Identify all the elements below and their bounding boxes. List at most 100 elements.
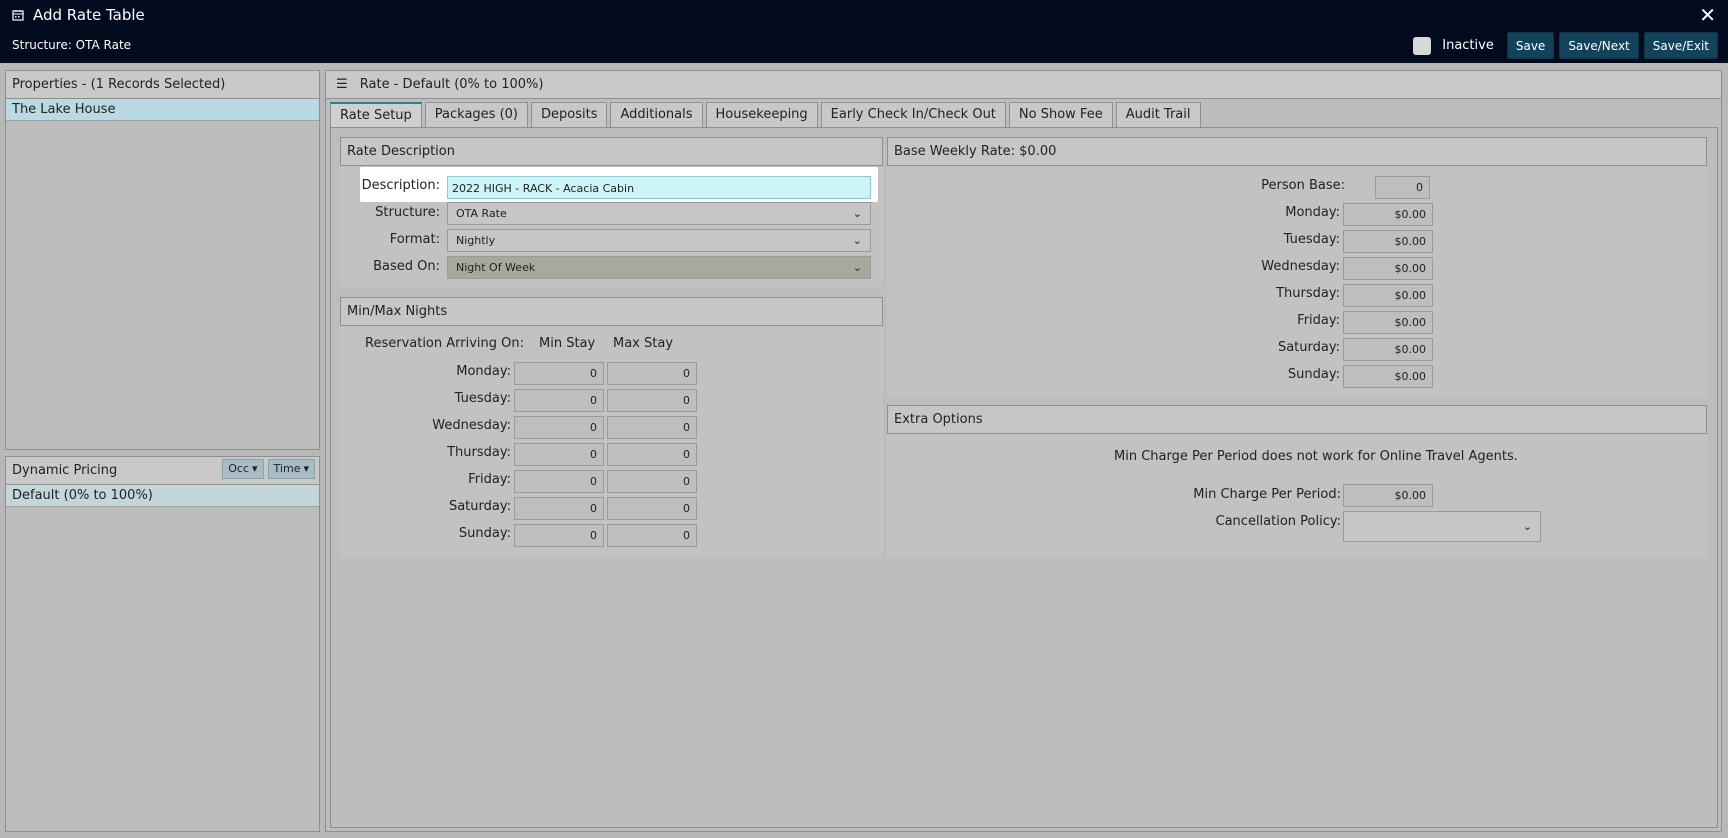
max-stay-input[interactable]: 0 [607, 416, 697, 439]
extra-options-header: Extra Options [887, 405, 1707, 434]
top-bar: Add Rate Table Structure: OTA Rate ✕ Ina… [0, 0, 1728, 63]
weekly-rate-input[interactable]: $0.00 [1343, 230, 1433, 253]
weekly-day-label: Friday: [1297, 313, 1340, 328]
chevron-down-icon: ⌄ [1522, 520, 1532, 533]
weekly-day-label: Sunday: [1287, 367, 1340, 382]
save-exit-button[interactable]: Save/Exit [1643, 32, 1718, 59]
window-title: Add Rate Table [12, 6, 145, 24]
weekly-day-label: Tuesday: [1283, 232, 1340, 247]
window-subtitle: Structure: OTA Rate [12, 38, 132, 52]
calendar-icon [12, 10, 24, 21]
max-stay-input[interactable]: 0 [607, 470, 697, 493]
minmax-day-label: Friday: [468, 472, 511, 487]
min-stay-input[interactable]: 0 [514, 470, 604, 493]
occ-dropdown[interactable]: Occ ▾ [222, 459, 264, 479]
minmax-day-label: Sunday: [458, 526, 511, 541]
description-label: Description: [361, 178, 440, 193]
max-stay-input[interactable]: 0 [607, 524, 697, 547]
weekly-day-label: Wednesday: [1261, 259, 1340, 274]
tab-audit-trail[interactable]: Audit Trail [1115, 102, 1201, 127]
format-value: Nightly [456, 234, 496, 247]
window-title-text: Add Rate Table [33, 6, 145, 24]
occ-label: Occ [228, 462, 250, 475]
weekly-day-label: Thursday: [1276, 286, 1340, 301]
based-on-value: Night Of Week [456, 261, 536, 274]
min-charge-label: Min Charge Per Period: [1193, 487, 1341, 502]
tab-deposits[interactable]: Deposits [531, 102, 608, 127]
extra-options-note: Min Charge Per Period does not work for … [1114, 449, 1518, 464]
dynamic-pricing-buttons: Occ ▾ Time ▾ [222, 459, 315, 479]
tab-additionals[interactable]: Additionals [610, 102, 703, 127]
cancellation-label: Cancellation Policy: [1215, 514, 1341, 529]
tab-no-show-fee[interactable]: No Show Fee [1008, 102, 1113, 127]
weekly-rate-input[interactable]: $0.00 [1343, 284, 1433, 307]
close-icon[interactable]: ✕ [1699, 3, 1716, 27]
structure-label: Structure: [375, 205, 440, 220]
min-stay-input[interactable]: 0 [514, 443, 604, 466]
minmax-header: Min/Max Nights [340, 297, 883, 326]
min-stay-label: Min Stay [539, 336, 596, 351]
menu-icon[interactable]: ☰ [336, 77, 348, 92]
weekly-rate-input[interactable]: $0.00 [1343, 257, 1433, 280]
toolbar-actions: Inactive Save Save/Next Save/Exit [1413, 32, 1718, 59]
chevron-down-icon: ⌄ [852, 234, 862, 247]
person-base-input[interactable]: 0 [1375, 176, 1430, 199]
structure-value: OTA Rate [456, 207, 507, 220]
extra-options-section: Extra Options [887, 405, 1707, 557]
base-weekly-header: Base Weekly Rate: $0.00 [887, 137, 1707, 166]
main-header-title: Rate - Default (0% to 100%) [359, 77, 544, 92]
inactive-checkbox[interactable] [1413, 36, 1432, 55]
main-header: ☰ Rate - Default (0% to 100%) [326, 71, 1721, 99]
format-label: Format: [389, 232, 440, 247]
min-stay-input[interactable]: 0 [514, 389, 604, 412]
max-stay-input[interactable]: 0 [607, 362, 697, 385]
min-stay-input[interactable]: 0 [514, 497, 604, 520]
inactive-label: Inactive [1442, 38, 1494, 53]
format-select[interactable]: Nightly ⌄ [447, 229, 871, 252]
structure-select[interactable]: OTA Rate ⌄ [447, 202, 871, 225]
cancellation-select[interactable]: ⌄ [1343, 511, 1541, 542]
weekly-rate-input[interactable]: $0.00 [1343, 338, 1433, 361]
chevron-down-icon: ⌄ [852, 261, 862, 274]
max-stay-label: Max Stay [613, 336, 674, 351]
tab-early-check-in[interactable]: Early Check In/Check Out [820, 102, 1006, 127]
chevron-down-icon: ▾ [303, 462, 309, 475]
weekly-rate-input[interactable]: $0.00 [1343, 365, 1433, 388]
weekly-rate-input[interactable]: $0.00 [1343, 311, 1433, 334]
dynamic-pricing-panel: Dynamic Pricing Occ ▾ Time ▾ Default (0% t… [5, 456, 320, 832]
save-button[interactable]: Save [1506, 32, 1555, 59]
weekly-day-label: Saturday: [1277, 340, 1340, 355]
max-stay-input[interactable]: 0 [607, 389, 697, 412]
tab-packages[interactable]: Packages (0) [424, 102, 528, 127]
save-next-button[interactable]: Save/Next [1559, 32, 1639, 59]
dynamic-pricing-title: Dynamic Pricing [12, 463, 118, 478]
minmax-day-label: Wednesday: [432, 418, 511, 433]
min-charge-input[interactable]: $0.00 [1343, 484, 1433, 507]
dynamic-pricing-header: Dynamic Pricing Occ ▾ Time ▾ [6, 457, 319, 485]
min-stay-input[interactable]: 0 [514, 416, 604, 439]
time-dropdown[interactable]: Time ▾ [267, 459, 315, 479]
description-input[interactable]: 2022 HIGH - RACK - Acacia Cabin [447, 176, 871, 199]
minmax-day-label: Monday: [456, 364, 511, 379]
min-stay-input[interactable]: 0 [514, 362, 604, 385]
max-stay-input[interactable]: 0 [607, 443, 697, 466]
weekly-rate-input[interactable]: $0.00 [1343, 203, 1433, 226]
tab-rate-setup[interactable]: Rate Setup [330, 102, 422, 128]
person-base-label: Person Base: [1261, 178, 1345, 193]
weekly-day-label: Monday: [1285, 205, 1340, 220]
tab-housekeeping[interactable]: Housekeeping [705, 102, 818, 127]
rate-description-header: Rate Description [340, 137, 883, 166]
pricing-item[interactable]: Default (0% to 100%) [6, 485, 319, 507]
minmax-day-label: Thursday: [447, 445, 511, 460]
based-on-label: Based On: [373, 259, 440, 274]
minmax-day-label: Saturday: [448, 499, 511, 514]
property-item[interactable]: The Lake House [6, 99, 319, 121]
arriving-label: Reservation Arriving On: [365, 336, 525, 351]
minmax-day-label: Tuesday: [454, 391, 511, 406]
max-stay-input[interactable]: 0 [607, 497, 697, 520]
min-stay-input[interactable]: 0 [514, 524, 604, 547]
tab-bar: Rate Setup Packages (0) Deposits Additio… [330, 102, 1201, 128]
properties-panel: Properties - (1 Records Selected) The La… [5, 70, 320, 450]
based-on-select[interactable]: Night Of Week ⌄ [447, 256, 871, 279]
properties-header: Properties - (1 Records Selected) [6, 71, 319, 99]
